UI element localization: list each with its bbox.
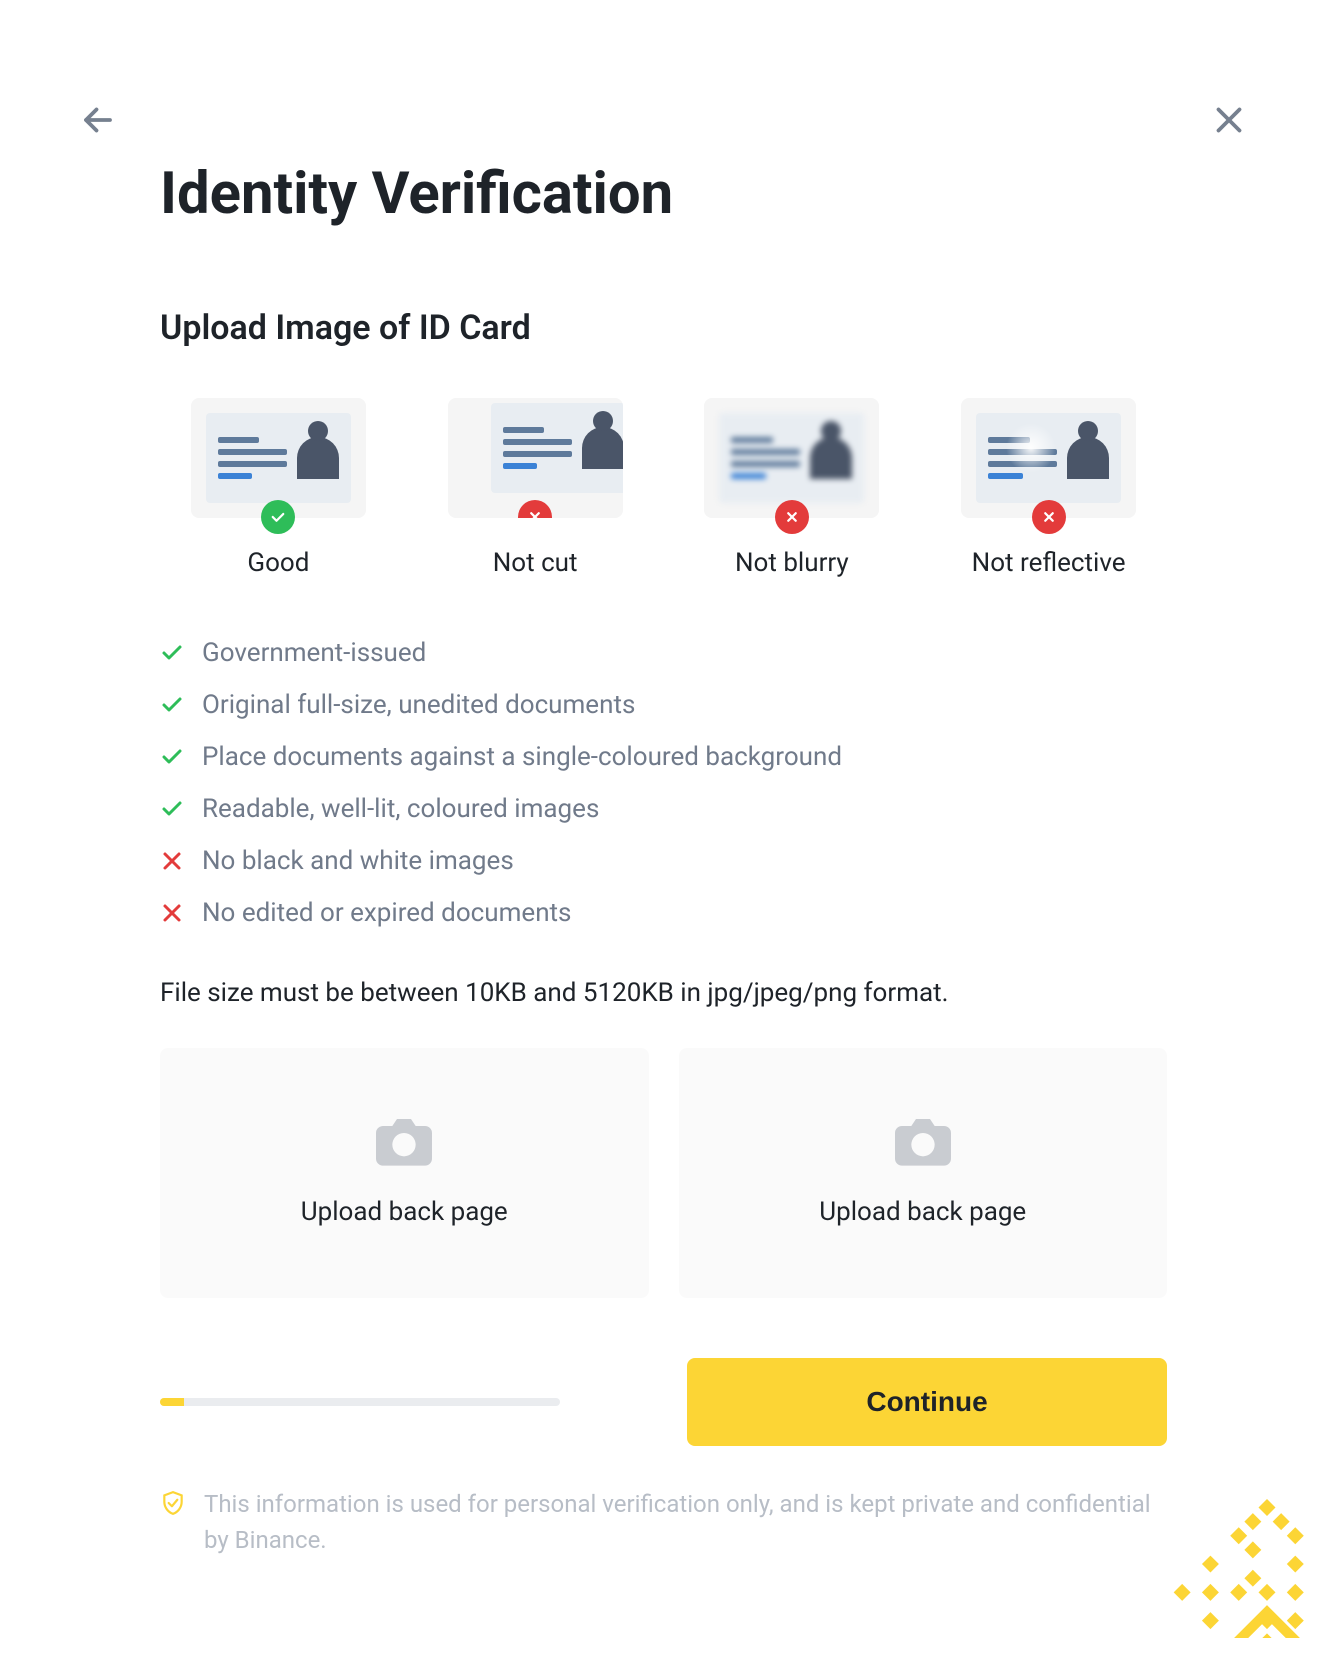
- rule-item: Readable, well-lit, coloured images: [160, 794, 1167, 824]
- upload-back-box[interactable]: Upload back page: [679, 1048, 1168, 1298]
- content: Identity Verification Upload Image of ID…: [160, 160, 1167, 1558]
- example-label: Good: [247, 548, 309, 578]
- examples-row: Good: [160, 398, 1167, 578]
- example-label: Not reflective: [972, 548, 1126, 578]
- example-card-reflective: [961, 398, 1136, 518]
- rule-item: Place documents against a single-coloure…: [160, 742, 1167, 772]
- disclaimer-text: This information is used for personal ve…: [204, 1486, 1167, 1558]
- qr-corner-decoration: [1167, 1498, 1307, 1638]
- progress-fill: [160, 1398, 184, 1406]
- rule-item: Original full-size, unedited documents: [160, 690, 1167, 720]
- check-badge-icon: [261, 500, 295, 534]
- example-not-blurry: Not blurry: [674, 398, 911, 578]
- example-label: Not blurry: [735, 548, 849, 578]
- close-icon[interactable]: [1211, 102, 1247, 138]
- check-icon: [160, 797, 184, 821]
- example-card-good: [191, 398, 366, 518]
- upload-label: Upload back page: [819, 1197, 1026, 1227]
- rule-text: No edited or expired documents: [202, 898, 571, 928]
- rule-text: Original full-size, unedited documents: [202, 690, 635, 720]
- rule-item: Government-issued: [160, 638, 1167, 668]
- bottom-row: Continue: [160, 1358, 1167, 1446]
- page-subtitle: Upload Image of ID Card: [160, 308, 1167, 348]
- x-badge-icon: [1032, 500, 1066, 534]
- rule-text: Place documents against a single-coloure…: [202, 742, 842, 772]
- disclaimer: This information is used for personal ve…: [160, 1486, 1167, 1558]
- upload-label: Upload back page: [301, 1197, 508, 1227]
- check-icon: [160, 745, 184, 769]
- page-title: Identity Verification: [160, 160, 1167, 228]
- rule-text: Readable, well-lit, coloured images: [202, 794, 599, 824]
- rules-list: Government-issued Original full-size, un…: [160, 638, 1167, 928]
- example-card-cut: [448, 398, 623, 518]
- cross-icon: [160, 901, 184, 925]
- example-not-reflective: Not reflective: [930, 398, 1167, 578]
- x-badge-icon: [518, 500, 552, 518]
- continue-button[interactable]: Continue: [687, 1358, 1167, 1446]
- verification-modal: Identity Verification Upload Image of ID…: [20, 40, 1307, 1638]
- rule-item: No black and white images: [160, 846, 1167, 876]
- progress-bar: [160, 1398, 560, 1406]
- check-icon: [160, 641, 184, 665]
- rule-item: No edited or expired documents: [160, 898, 1167, 928]
- example-card-blurry: [704, 398, 879, 518]
- rule-text: Government-issued: [202, 638, 426, 668]
- example-not-cut: Not cut: [417, 398, 654, 578]
- back-arrow-icon[interactable]: [80, 102, 116, 138]
- x-badge-icon: [775, 500, 809, 534]
- file-size-note: File size must be between 10KB and 5120K…: [160, 978, 1167, 1008]
- upload-row: Upload back page Upload back page: [160, 1048, 1167, 1298]
- shield-check-icon: [160, 1490, 186, 1516]
- camera-icon: [895, 1119, 951, 1167]
- cross-icon: [160, 849, 184, 873]
- camera-icon: [376, 1119, 432, 1167]
- check-icon: [160, 693, 184, 717]
- top-nav: [80, 102, 1247, 138]
- example-label: Not cut: [493, 548, 578, 578]
- upload-front-box[interactable]: Upload back page: [160, 1048, 649, 1298]
- rule-text: No black and white images: [202, 846, 514, 876]
- example-good: Good: [160, 398, 397, 578]
